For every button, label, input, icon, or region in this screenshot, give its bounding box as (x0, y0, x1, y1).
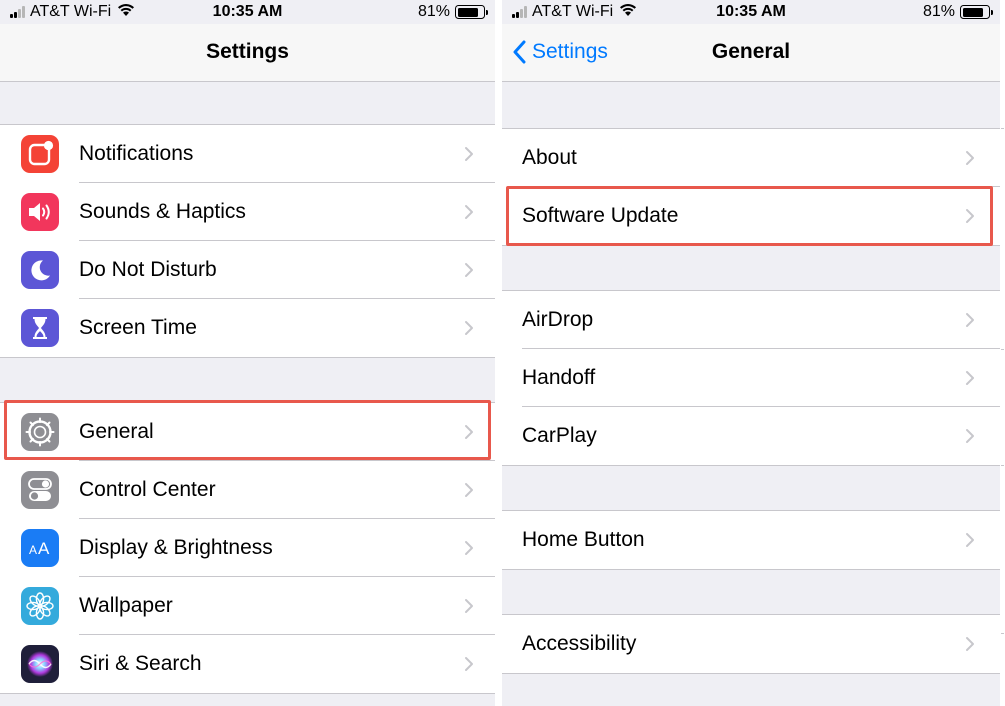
settings-row-notifications[interactable]: Notifications (0, 125, 495, 183)
settings-row-siri-and-search[interactable]: Siri & Search (0, 635, 495, 693)
row-label: Sounds & Haptics (79, 200, 246, 223)
edge-tick (1001, 349, 1004, 350)
settings-row-control-center[interactable]: Control Center (0, 461, 495, 519)
status-right: 81% (417, 3, 488, 21)
row-label: Accessibility (522, 632, 637, 655)
chevron-right-icon (464, 598, 474, 614)
status-bar: AT&T Wi-Fi 10:35 AM 81% (502, 0, 1000, 24)
battery-percent: 81% (417, 3, 450, 20)
chevron-right-icon (464, 262, 474, 278)
general-group-continuity: AirDrop Handoff CarPlay (502, 290, 1000, 466)
row-label: Screen Time (79, 316, 197, 339)
edge-tick (1001, 128, 1004, 129)
chevron-right-icon (965, 428, 975, 444)
gear-icon (21, 413, 59, 451)
notifications-icon (21, 135, 59, 173)
row-label: Notifications (79, 142, 194, 165)
battery-fill (457, 7, 478, 17)
chevron-right-icon (464, 204, 474, 220)
settings-row-airdrop[interactable]: AirDrop (502, 291, 1000, 349)
chevron-right-icon (965, 150, 975, 166)
battery-icon (960, 5, 993, 19)
settings-row-wallpaper[interactable]: Wallpaper (0, 577, 495, 635)
row-label: About (522, 146, 577, 169)
page-title: Settings (206, 40, 289, 63)
row-label: Siri & Search (79, 652, 202, 675)
status-right: 81% (922, 3, 993, 21)
settings-row-home-button[interactable]: Home Button (502, 511, 1000, 569)
chevron-right-icon (965, 208, 975, 224)
settings-row-handoff[interactable]: Handoff (502, 349, 1000, 407)
row-label: Control Center (79, 478, 216, 501)
page-title: General (711, 40, 791, 63)
screen-divider (495, 0, 502, 706)
chevron-right-icon (965, 532, 975, 548)
settings-group-system: General Control Center A A Display & Brightn… (0, 402, 495, 694)
edge-tick (1001, 465, 1004, 466)
row-label: Wallpaper (79, 594, 173, 617)
hourglass-icon (21, 309, 59, 347)
row-label: Display & Brightness (79, 536, 273, 559)
settings-row-screen-time[interactable]: Screen Time (0, 299, 495, 357)
text-size-icon: AA (21, 529, 59, 567)
row-label: Do Not Disturb (79, 258, 217, 281)
svg-text:A: A (29, 543, 37, 557)
settings-row-display-and-brightness[interactable]: A A Display & Brightness (0, 519, 495, 577)
settings-row-do-not-disturb[interactable]: Do Not Disturb (0, 241, 495, 299)
speaker-icon (21, 193, 59, 231)
row-label: CarPlay (522, 424, 597, 447)
general-group-about: About Software Update (502, 128, 1000, 246)
chevron-right-icon (965, 370, 975, 386)
row-label: AirDrop (522, 308, 594, 331)
siri-icon (21, 645, 59, 683)
general-screen: AT&T Wi-Fi 10:35 AM 81% Settings General… (502, 0, 1000, 706)
settings-row-general[interactable]: General (0, 403, 495, 461)
general-group-accessibility: Accessibility (502, 614, 1000, 674)
settings-screen: AT&T Wi-Fi 10:35 AM 81% Settings Notific… (0, 0, 495, 706)
status-bar: AT&T Wi-Fi 10:35 AM 81% (0, 0, 495, 24)
nav-bar: Settings General (502, 24, 1000, 82)
chevron-right-icon (464, 424, 474, 440)
edge-strip (1000, 0, 1005, 706)
row-label: Home Button (522, 528, 645, 551)
edge-tick (1001, 633, 1004, 634)
svg-text:A: A (38, 539, 50, 558)
chevron-right-icon (965, 636, 975, 652)
chevron-right-icon (464, 482, 474, 498)
chevron-right-icon (464, 320, 474, 336)
settings-row-software-update[interactable]: Software Update (502, 187, 1000, 245)
battery-percent: 81% (922, 3, 955, 20)
moon-icon (21, 251, 59, 289)
general-group-home-button: Home Button (502, 510, 1000, 570)
settings-group-primary: Notifications Sounds & Haptics Do Not Dist… (0, 124, 495, 358)
settings-row-sounds-and-haptics[interactable]: Sounds & Haptics (0, 183, 495, 241)
settings-row-carplay[interactable]: CarPlay (502, 407, 1000, 465)
chevron-right-icon (464, 540, 474, 556)
row-label: Software Update (522, 204, 679, 227)
chevron-right-icon (464, 146, 474, 162)
nav-bar: Settings (0, 24, 495, 82)
settings-row-accessibility[interactable]: Accessibility (502, 615, 1000, 673)
chevron-right-icon (965, 312, 975, 328)
row-label: Handoff (522, 366, 596, 389)
battery-icon (455, 5, 488, 19)
battery-fill (962, 7, 983, 17)
row-label: General (79, 420, 154, 443)
chevron-right-icon (464, 656, 474, 672)
settings-row-about[interactable]: About (502, 129, 1000, 187)
toggles-icon (21, 471, 59, 509)
flower-icon (21, 587, 59, 625)
